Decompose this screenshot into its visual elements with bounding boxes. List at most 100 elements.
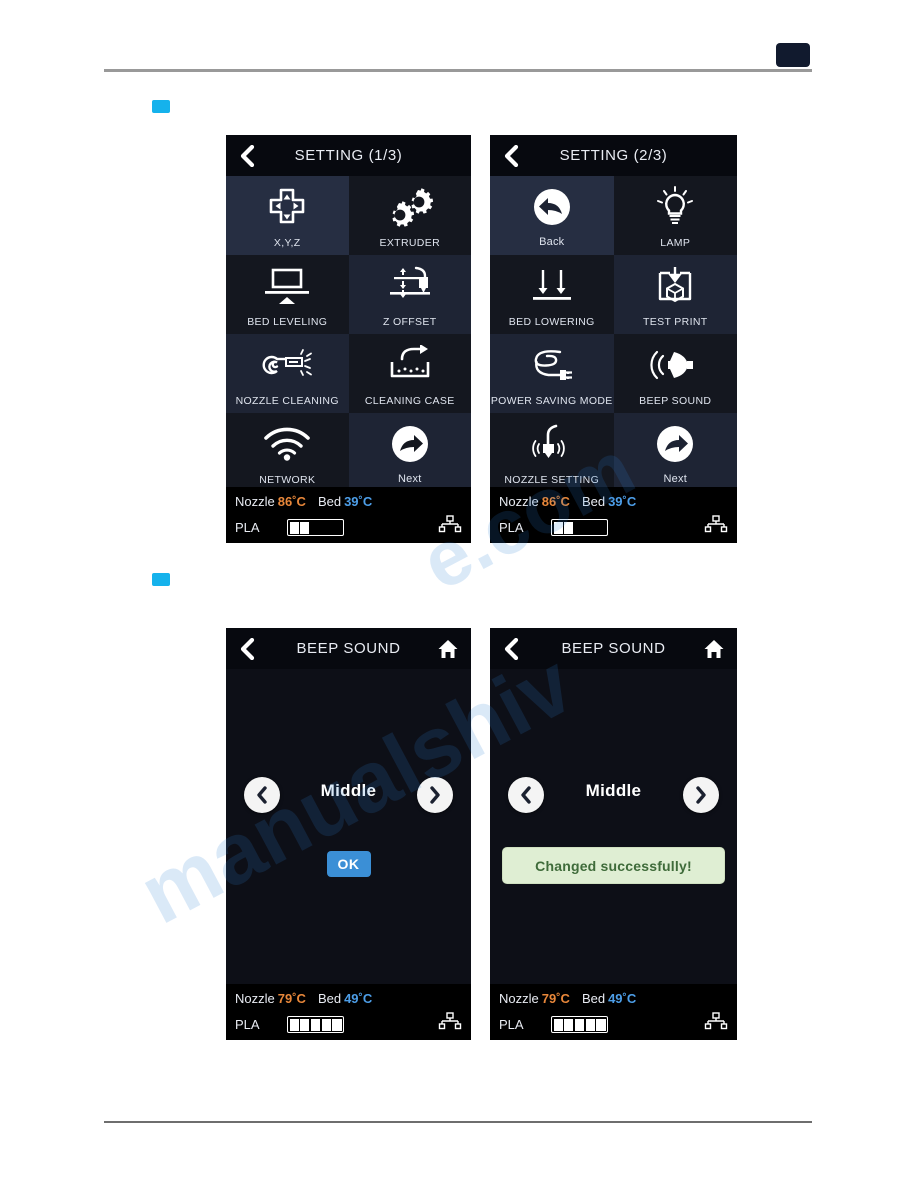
- tile-label: Back: [539, 236, 565, 248]
- back-icon[interactable]: [237, 637, 257, 660]
- material-label: PLA: [235, 520, 260, 535]
- wifi-icon: [226, 413, 349, 475]
- tile-label: Next: [663, 473, 687, 485]
- nozzle-label: Nozzle: [499, 494, 539, 509]
- power-saving-icon: [490, 334, 614, 396]
- next-arrow-icon: [349, 413, 472, 474]
- page-corner-badge: [776, 43, 810, 67]
- screen1-status-bar: Nozzle 86˚C Bed 39˚C PLA: [226, 487, 471, 543]
- tile-next[interactable]: Next: [348, 413, 472, 492]
- temperature-readout: Nozzle 86˚C Bed 39˚C: [235, 494, 372, 509]
- tile-label: EXTRUDER: [379, 236, 441, 249]
- tile-back[interactable]: Back: [490, 176, 614, 255]
- lamp-icon: [614, 176, 738, 238]
- back-icon[interactable]: [501, 637, 521, 660]
- tile-next[interactable]: Next: [613, 413, 738, 492]
- cleaning-case-icon: [349, 334, 472, 396]
- nozzle-cleaning-icon: [226, 334, 349, 396]
- filament-level-bar: [551, 519, 608, 536]
- gears-icon: [349, 176, 472, 238]
- back-arrow-icon: [490, 176, 614, 237]
- tile-label: CLEANING CASE: [364, 394, 455, 407]
- material-label: PLA: [499, 520, 524, 535]
- bed-label: Bed: [317, 991, 342, 1006]
- bed-temperature: 39˚C: [608, 494, 637, 509]
- tile-test-print[interactable]: TEST PRINT: [613, 255, 738, 334]
- back-icon[interactable]: [501, 144, 521, 167]
- tile-label: Next: [398, 473, 422, 485]
- material-label: PLA: [499, 1017, 524, 1032]
- section-marker-2: [152, 573, 170, 586]
- next-option-button[interactable]: [683, 777, 719, 813]
- filament-readout: PLA: [235, 1016, 344, 1033]
- nozzle-temperature: 86˚C: [541, 494, 570, 509]
- device-screen-beep-confirm: BEEP SOUND Middle Changed successfully! …: [490, 628, 737, 1040]
- lan-icon: [704, 515, 728, 535]
- screen2-titlebar: SETTING (2/3): [490, 135, 737, 176]
- nozzle-label: Nozzle: [499, 991, 539, 1006]
- success-toast: Changed successfully!: [502, 847, 725, 884]
- screen4-title: BEEP SOUND: [561, 640, 666, 657]
- lan-icon: [704, 1012, 728, 1032]
- tile-xyz[interactable]: X,Y,Z: [226, 176, 349, 255]
- ok-button[interactable]: OK: [326, 851, 371, 877]
- nozzle-temperature: 79˚C: [277, 991, 306, 1006]
- filament-level-bar: [287, 519, 344, 536]
- tile-power-saving-mode[interactable]: POWER SAVING MODE: [490, 334, 614, 413]
- screen3-titlebar: BEEP SOUND: [226, 628, 471, 669]
- filament-level-bar: [287, 1016, 344, 1033]
- filament-level-bar: [551, 1016, 608, 1033]
- screen2-status-bar: Nozzle 86˚C Bed 39˚C PLA: [490, 487, 737, 543]
- manual-page: SETTING (1/3) X,Y,Z EXTRUDER BED LEVELIN…: [0, 0, 918, 1188]
- bed-leveling-icon: [226, 255, 349, 317]
- dpad-icon: [226, 176, 349, 238]
- tile-cleaning-case[interactable]: CLEANING CASE: [348, 334, 472, 413]
- screen3-status-bar: Nozzle 79˚C Bed 49˚C PLA: [226, 984, 471, 1040]
- tile-label: Z OFFSET: [382, 315, 437, 328]
- bed-label: Bed: [581, 494, 606, 509]
- tile-z-offset[interactable]: Z OFFSET: [348, 255, 472, 334]
- tile-bed-lowering[interactable]: BED LOWERING: [490, 255, 614, 334]
- tile-lamp[interactable]: LAMP: [613, 176, 738, 255]
- device-screen-setting-1: SETTING (1/3) X,Y,Z EXTRUDER BED LEVELIN…: [226, 135, 471, 543]
- device-screen-setting-2: SETTING (2/3) Back LAMP BED LOWERING TES…: [490, 135, 737, 543]
- tile-extruder[interactable]: EXTRUDER: [348, 176, 472, 255]
- screen1-tile-grid: X,Y,Z EXTRUDER BED LEVELING Z OFFSET NOZ…: [226, 176, 471, 492]
- tile-label: BED LEVELING: [247, 315, 328, 328]
- screen4-titlebar: BEEP SOUND: [490, 628, 737, 669]
- screen1-titlebar: SETTING (1/3): [226, 135, 471, 176]
- filament-readout: PLA: [499, 519, 608, 536]
- tile-label: NETWORK: [259, 473, 316, 486]
- temperature-readout: Nozzle 79˚C Bed 49˚C: [499, 991, 636, 1006]
- test-print-icon: [614, 255, 738, 317]
- section-marker-1: [152, 100, 170, 113]
- nozzle-temperature: 79˚C: [541, 991, 570, 1006]
- tile-label: X,Y,Z: [273, 236, 301, 249]
- nozzle-temperature: 86˚C: [277, 494, 306, 509]
- home-icon[interactable]: [702, 638, 726, 660]
- tile-network[interactable]: NETWORK: [226, 413, 349, 492]
- screen3-body: Middle OK: [226, 669, 471, 984]
- bed-lowering-icon: [490, 255, 614, 317]
- tile-nozzle-setting[interactable]: NOZZLE SETTING: [490, 413, 614, 492]
- speaker-icon: [614, 334, 738, 396]
- material-label: PLA: [235, 1017, 260, 1032]
- footer-divider: [104, 1121, 812, 1123]
- tile-label: NOZZLE CLEANING: [235, 394, 339, 407]
- screen4-body: Middle Changed successfully!: [490, 669, 737, 984]
- screen4-status-bar: Nozzle 79˚C Bed 49˚C PLA: [490, 984, 737, 1040]
- tile-beep-sound[interactable]: BEEP SOUND: [613, 334, 738, 413]
- tile-bed-leveling[interactable]: BED LEVELING: [226, 255, 349, 334]
- bed-temperature: 49˚C: [608, 991, 637, 1006]
- temperature-readout: Nozzle 79˚C Bed 49˚C: [235, 991, 372, 1006]
- tile-label: TEST PRINT: [642, 315, 708, 328]
- z-offset-icon: [349, 255, 472, 317]
- screen1-title: SETTING (1/3): [294, 147, 403, 164]
- back-icon[interactable]: [237, 144, 257, 167]
- home-icon[interactable]: [436, 638, 460, 660]
- next-option-button[interactable]: [417, 777, 453, 813]
- next-arrow-icon: [614, 413, 738, 474]
- screen2-tile-grid: Back LAMP BED LOWERING TEST PRINT POWER …: [490, 176, 737, 492]
- screen2-title: SETTING (2/3): [559, 147, 668, 164]
- tile-nozzle-cleaning[interactable]: NOZZLE CLEANING: [226, 334, 349, 413]
